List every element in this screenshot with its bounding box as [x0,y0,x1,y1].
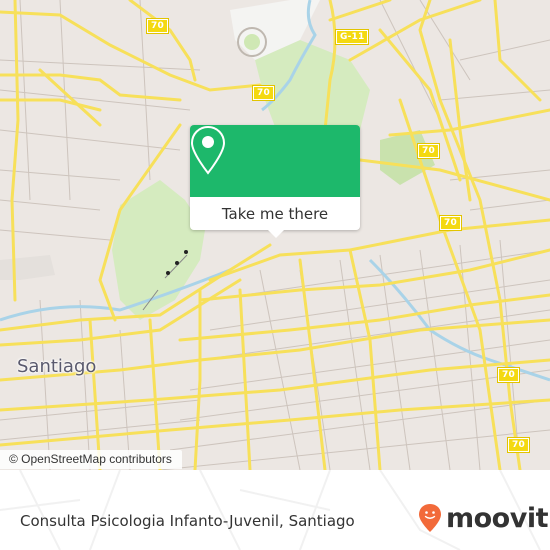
route-shield-g11: G-11 [334,29,370,45]
route-shield-70: 70 [252,85,275,101]
popup-header [190,125,360,197]
moovit-logo[interactable]: moovit [418,502,549,534]
place-name: Consulta Psicologia Infanto-Juvenil, San… [20,512,355,530]
stadium-field [244,34,260,50]
popup-pointer [268,230,284,238]
route-shield-70: 70 [507,437,530,453]
destination-popup: Take me there [190,125,360,238]
route-shield-70: 70 [497,367,520,383]
moovit-wordmark: moovit [446,502,549,534]
route-shield-70: 70 [417,143,440,159]
route-shield-70: 70 [439,215,462,231]
route-shield-70: 70 [146,18,169,34]
take-me-there-button[interactable]: Take me there [190,197,360,230]
osm-attribution-link[interactable]: © OpenStreetMap contributors [0,450,182,469]
map-view[interactable]: 70 70 G-11 70 70 70 70 Santiago Take me … [0,0,550,470]
city-label: Santiago [17,356,97,377]
moovit-smiley-pin-icon [419,504,441,532]
map-pin-icon [190,125,226,175]
block [0,255,55,280]
